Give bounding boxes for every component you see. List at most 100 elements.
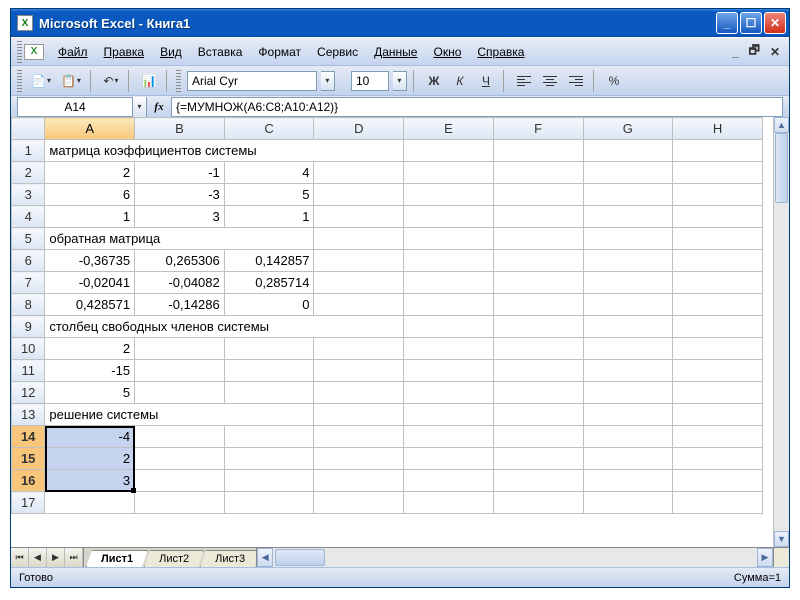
- cell[interactable]: -0,36735: [45, 250, 135, 272]
- cell[interactable]: -3: [135, 184, 225, 206]
- cell[interactable]: [583, 250, 673, 272]
- row-header[interactable]: 16: [12, 470, 45, 492]
- cell[interactable]: [673, 404, 763, 426]
- cell[interactable]: [493, 470, 583, 492]
- cell[interactable]: 3: [45, 470, 135, 492]
- cell[interactable]: [673, 316, 763, 338]
- cell[interactable]: [673, 360, 763, 382]
- column-header[interactable]: H: [673, 118, 763, 140]
- row-header[interactable]: 12: [12, 382, 45, 404]
- cell[interactable]: [404, 184, 494, 206]
- cell[interactable]: [673, 250, 763, 272]
- row-header[interactable]: 14: [12, 426, 45, 448]
- maximize-button[interactable]: ☐: [740, 12, 762, 34]
- row-header[interactable]: 6: [12, 250, 45, 272]
- cell[interactable]: [583, 316, 673, 338]
- cell[interactable]: -0,02041: [45, 272, 135, 294]
- row-header[interactable]: 1: [12, 140, 45, 162]
- cell[interactable]: [404, 250, 494, 272]
- formula-input[interactable]: {=МУМНОЖ(A6:C8;A10:A12)}: [171, 97, 783, 117]
- cell[interactable]: [493, 382, 583, 404]
- cell[interactable]: [493, 360, 583, 382]
- cell[interactable]: [493, 338, 583, 360]
- cell[interactable]: [135, 338, 225, 360]
- cell[interactable]: [45, 492, 135, 514]
- tab-last-button[interactable]: ⏭: [65, 548, 83, 567]
- cell[interactable]: -4: [45, 426, 135, 448]
- cell[interactable]: [314, 492, 404, 514]
- cell[interactable]: [583, 426, 673, 448]
- cell[interactable]: [673, 470, 763, 492]
- menu-service[interactable]: Сервис: [309, 41, 366, 63]
- cell[interactable]: 5: [224, 184, 314, 206]
- cell[interactable]: [404, 316, 494, 338]
- cell[interactable]: 0,265306: [135, 250, 225, 272]
- cell[interactable]: [673, 184, 763, 206]
- row-header[interactable]: 13: [12, 404, 45, 426]
- name-box-dropdown[interactable]: ▾: [132, 97, 146, 117]
- cell[interactable]: [493, 404, 583, 426]
- cell[interactable]: столбец свободных членов системы: [45, 316, 404, 338]
- cell[interactable]: 2: [45, 338, 135, 360]
- cell[interactable]: [404, 470, 494, 492]
- cell[interactable]: [314, 272, 404, 294]
- cell[interactable]: -15: [45, 360, 135, 382]
- vertical-scrollbar[interactable]: ▲ ▼: [773, 117, 789, 547]
- row-header[interactable]: 8: [12, 294, 45, 316]
- cell[interactable]: [314, 448, 404, 470]
- cell[interactable]: [583, 470, 673, 492]
- cell[interactable]: [583, 272, 673, 294]
- column-header[interactable]: A: [45, 118, 135, 140]
- close-button[interactable]: ✕: [764, 12, 786, 34]
- menu-insert[interactable]: Вставка: [190, 41, 251, 63]
- cell[interactable]: 2: [45, 448, 135, 470]
- tab-first-button[interactable]: ⏮: [11, 548, 29, 567]
- row-header[interactable]: 7: [12, 272, 45, 294]
- cell[interactable]: [224, 448, 314, 470]
- cell[interactable]: 0,285714: [224, 272, 314, 294]
- align-right-button[interactable]: [565, 70, 587, 92]
- align-center-button[interactable]: [539, 70, 561, 92]
- grip[interactable]: [17, 70, 22, 92]
- select-all-corner[interactable]: [12, 118, 45, 140]
- size-dropdown[interactable]: ▾: [393, 71, 407, 91]
- cell[interactable]: 0: [224, 294, 314, 316]
- paste-button[interactable]: 📋▾: [58, 70, 84, 92]
- tab-next-button[interactable]: ▶: [47, 548, 65, 567]
- percent-button[interactable]: %: [603, 70, 625, 92]
- cell[interactable]: решение системы: [45, 404, 314, 426]
- copy-button[interactable]: 📄▾: [28, 70, 54, 92]
- row-header[interactable]: 17: [12, 492, 45, 514]
- cell[interactable]: 5: [45, 382, 135, 404]
- underline-button[interactable]: Ч: [475, 70, 497, 92]
- cell[interactable]: [135, 492, 225, 514]
- grip[interactable]: [176, 70, 181, 92]
- cell[interactable]: [314, 294, 404, 316]
- hscroll-thumb[interactable]: [275, 549, 325, 566]
- cell[interactable]: -0,04082: [135, 272, 225, 294]
- doc-minimize[interactable]: _: [729, 45, 742, 59]
- cell[interactable]: [224, 492, 314, 514]
- doc-restore[interactable]: 🗗: [746, 41, 763, 62]
- cell[interactable]: 0,428571: [45, 294, 135, 316]
- menu-edit[interactable]: Правка: [96, 41, 153, 63]
- cell[interactable]: [224, 338, 314, 360]
- spreadsheet-grid[interactable]: ABCDEFGH1матрица коэффициентов системы22…: [11, 117, 763, 514]
- name-box[interactable]: A14 ▾: [17, 97, 147, 117]
- cell[interactable]: [314, 206, 404, 228]
- cell[interactable]: [583, 162, 673, 184]
- cell[interactable]: [493, 140, 583, 162]
- row-header[interactable]: 4: [12, 206, 45, 228]
- cell[interactable]: [135, 360, 225, 382]
- cell[interactable]: [673, 426, 763, 448]
- size-selector[interactable]: 10: [351, 71, 389, 91]
- cell[interactable]: [673, 162, 763, 184]
- chart-button[interactable]: 📊: [138, 70, 160, 92]
- undo-button[interactable]: ↶▾: [100, 70, 122, 92]
- cell[interactable]: [493, 294, 583, 316]
- column-header[interactable]: E: [404, 118, 494, 140]
- cell[interactable]: [583, 206, 673, 228]
- cell[interactable]: [673, 338, 763, 360]
- cell[interactable]: 2: [45, 162, 135, 184]
- cell[interactable]: [493, 250, 583, 272]
